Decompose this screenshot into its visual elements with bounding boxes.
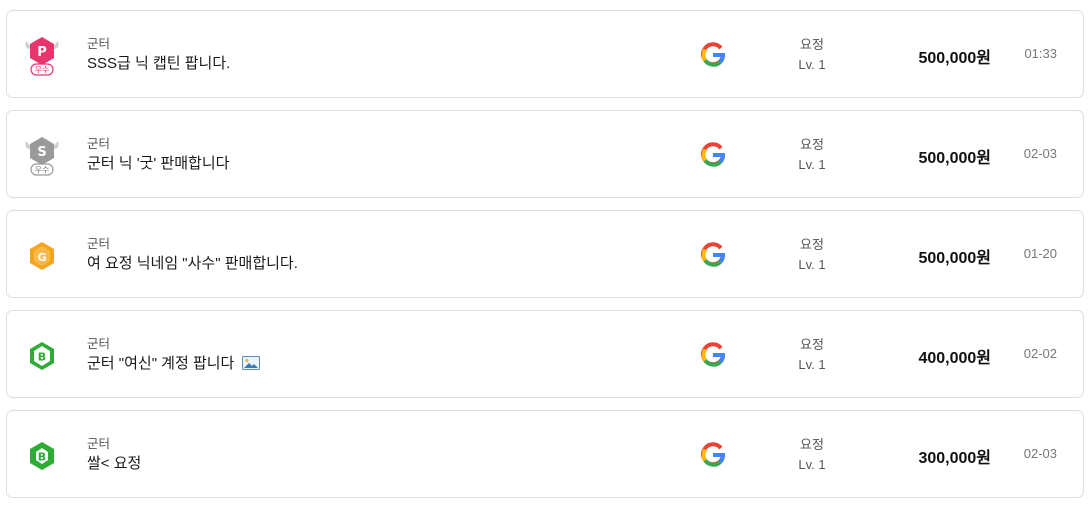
level: Lv. 1	[798, 157, 826, 172]
listing-row[interactable]: B 군터 쌀< 요정 요정 Lv. 1 300,000원 02-03	[6, 410, 1084, 498]
listing-row[interactable]: S 우수 군터 군터 닉 '굿' 판매합니다 요정 Lv. 1 500,000원…	[6, 110, 1084, 198]
listing-category: 군터	[87, 337, 111, 351]
class-name: 요정	[800, 237, 824, 252]
google-icon	[700, 242, 726, 268]
badge-sub: 우수	[35, 166, 50, 175]
listing-title[interactable]: 여 요정 닉네임 "사수" 판매합니다.	[87, 253, 298, 275]
class-name: 요정	[800, 437, 824, 452]
bronze-badge-icon: B	[23, 333, 61, 377]
badge-letter: P	[37, 45, 47, 60]
posted-time: 02-03	[1023, 146, 1057, 161]
badge-letter: S	[37, 145, 46, 160]
badge-letter: B	[38, 351, 46, 364]
badge-letter: G	[37, 251, 46, 264]
price: 400,000원	[918, 350, 991, 367]
image-attached-icon	[242, 355, 261, 377]
posted-time: 02-02	[1023, 346, 1057, 361]
level: Lv. 1	[798, 457, 826, 472]
level: Lv. 1	[798, 57, 826, 72]
posted-time: 02-03	[1023, 446, 1057, 461]
class-name: 요정	[800, 337, 824, 352]
listing-category: 군터	[87, 437, 111, 451]
class-name: 요정	[800, 137, 824, 152]
listing-title[interactable]: 군터 닉 '굿' 판매합니다	[87, 153, 229, 175]
listing-title[interactable]: 군터 "여신" 계정 팝니다	[87, 355, 234, 372]
google-icon	[700, 42, 726, 68]
listing-category: 군터	[87, 237, 111, 251]
listing-row[interactable]: G 군터 여 요정 닉네임 "사수" 판매합니다. 요정 Lv. 1 500,0…	[6, 210, 1084, 298]
badge-sub: 우수	[35, 66, 50, 75]
premium-excellent-badge-icon: P 우수	[23, 33, 61, 77]
google-icon	[700, 342, 726, 368]
posted-time: 01-20	[1023, 246, 1057, 261]
price: 500,000원	[918, 50, 991, 67]
level: Lv. 1	[798, 257, 826, 272]
listing-category: 군터	[87, 37, 111, 51]
class-name: 요정	[800, 37, 824, 52]
google-icon	[700, 442, 726, 468]
silver-excellent-badge-icon: S 우수	[23, 133, 61, 177]
price: 500,000원	[918, 250, 991, 267]
posted-time: 01:33	[1024, 46, 1057, 61]
listing-title[interactable]: 쌀< 요정	[87, 453, 141, 475]
listing-list: P 우수 군터 SSS급 닉 캡틴 팝니다. 요정 Lv. 1 500,000원…	[0, 0, 1092, 510]
price: 300,000원	[918, 450, 991, 467]
price: 500,000원	[918, 150, 991, 167]
gold-badge-icon: G	[23, 233, 61, 277]
bronze-badge-icon: B	[23, 433, 61, 477]
listing-row[interactable]: B 군터 군터 "여신" 계정 팝니다 요정 Lv. 1 400,000원 02…	[6, 310, 1084, 398]
listing-row[interactable]: P 우수 군터 SSS급 닉 캡틴 팝니다. 요정 Lv. 1 500,000원…	[6, 10, 1084, 98]
level: Lv. 1	[798, 357, 826, 372]
listing-category: 군터	[87, 137, 111, 151]
listing-title-line[interactable]: 군터 "여신" 계정 팝니다	[87, 353, 261, 377]
badge-letter: B	[38, 451, 46, 464]
google-icon	[700, 142, 726, 168]
listing-title[interactable]: SSS급 닉 캡틴 팝니다.	[87, 53, 230, 75]
